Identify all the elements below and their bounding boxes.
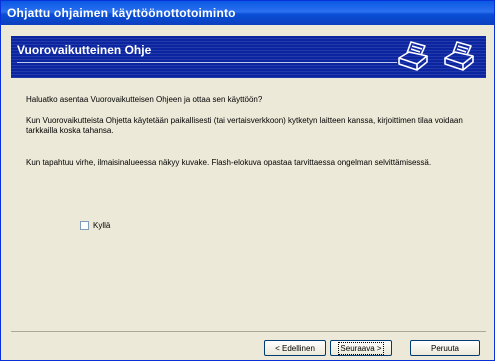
description-text-2: Kun tapahtuu virhe, ilmaisinalueessa näk…: [26, 158, 432, 167]
cancel-button[interactable]: Peruuta: [410, 340, 480, 356]
description-text-1: Kun Vuorovaikutteista Ohjetta käytetään …: [26, 116, 463, 135]
back-button[interactable]: < Edellinen: [264, 340, 326, 356]
footer-divider: [11, 331, 486, 332]
wizard-window: Ohjattu ohjaimen käyttöönottotoiminto Vu…: [0, 0, 495, 361]
title-bar[interactable]: Ohjattu ohjaimen käyttöönottotoiminto: [1, 1, 494, 25]
next-button-label: Seuraava >: [338, 341, 384, 355]
enable-checkbox[interactable]: [80, 220, 89, 230]
header-title: Vuorovaikutteinen Ohje: [17, 43, 152, 57]
printer-icon: [444, 41, 474, 71]
printer-icon: [398, 41, 428, 71]
header-divider: [17, 62, 397, 63]
question-text: Haluatko asentaa Vuorovaikutteisen Ohjee…: [26, 95, 263, 104]
cancel-button-label: Peruuta: [430, 343, 460, 353]
enable-checkbox-label[interactable]: Kyllä: [93, 221, 110, 230]
enable-checkbox-row[interactable]: Kyllä: [80, 219, 110, 231]
content-area: Haluatko asentaa Vuorovaikutteisen Ohjee…: [11, 78, 486, 331]
window-title: Ohjattu ohjaimen käyttöönottotoiminto: [7, 6, 236, 20]
next-button[interactable]: Seuraava >: [330, 340, 392, 356]
back-button-label: < Edellinen: [275, 343, 315, 353]
header-banner: Vuorovaikutteinen Ohje: [11, 36, 486, 78]
